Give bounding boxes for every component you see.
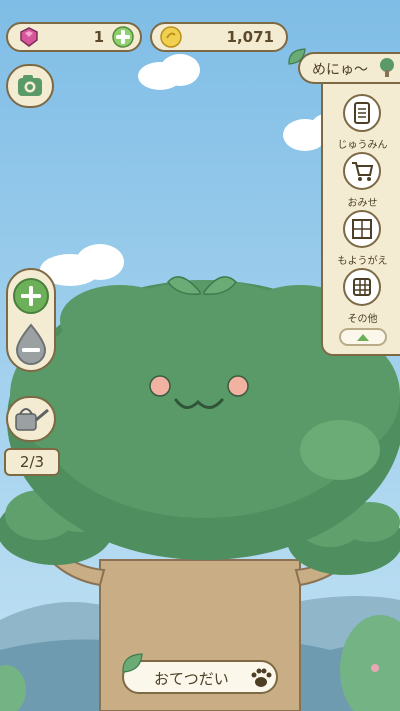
menu-item-shop[interactable]: おみせ bbox=[323, 152, 400, 214]
menu-item-redecorate[interactable]: もようがえ bbox=[323, 210, 400, 272]
menu-item-label: その他 bbox=[347, 314, 378, 325]
chevron-up-icon bbox=[357, 334, 369, 341]
help-button[interactable]: おてつだい bbox=[122, 653, 278, 694]
leaf-icon bbox=[122, 653, 143, 673]
coin-counter: 1,071 bbox=[150, 22, 288, 52]
help-button-label: おてつだい bbox=[154, 670, 229, 688]
coin-count: 1,071 bbox=[226, 28, 274, 46]
redecorate-icon bbox=[343, 210, 381, 248]
menu-item-label: もようがえ bbox=[337, 256, 388, 267]
watering-can-icon bbox=[15, 408, 49, 431]
coin-icon bbox=[160, 26, 182, 48]
game-scene: 1 1,071 めにゅ〜 じゅうみん おみせ もようがえ その他 2/3 おてつ… bbox=[0, 0, 400, 711]
menu-title: めにゅ〜 bbox=[312, 62, 368, 78]
menu-item-residents[interactable]: じゅうみん bbox=[323, 94, 400, 156]
menu-collapse-button[interactable] bbox=[339, 328, 387, 346]
resident-book-icon bbox=[343, 94, 381, 132]
add-gems-button[interactable] bbox=[112, 26, 134, 48]
tree-icon bbox=[380, 58, 394, 77]
gem-counter: 1 bbox=[6, 22, 142, 52]
menu-item-label: おみせ bbox=[347, 198, 378, 209]
zoom-controls bbox=[6, 268, 56, 372]
more-grid-icon bbox=[343, 268, 381, 306]
leaf-icon bbox=[288, 48, 306, 65]
menu-item-label: じゅうみん bbox=[337, 140, 388, 151]
gem-count: 1 bbox=[93, 28, 104, 46]
zoom-in-button[interactable] bbox=[11, 276, 51, 316]
menu-panel: じゅうみん おみせ もようがえ その他 bbox=[321, 82, 400, 356]
watering-count: 2/3 bbox=[4, 448, 60, 476]
camera-button[interactable] bbox=[6, 64, 54, 108]
paw-icon bbox=[251, 668, 272, 687]
menu-item-other[interactable]: その他 bbox=[323, 268, 400, 330]
zoom-out-button[interactable] bbox=[11, 322, 51, 366]
menu-header[interactable]: めにゅ〜 bbox=[298, 52, 400, 84]
camera-icon bbox=[18, 75, 42, 96]
shopping-cart-icon bbox=[343, 152, 381, 190]
gem-icon bbox=[20, 27, 38, 47]
watering-can-button[interactable] bbox=[6, 396, 56, 442]
